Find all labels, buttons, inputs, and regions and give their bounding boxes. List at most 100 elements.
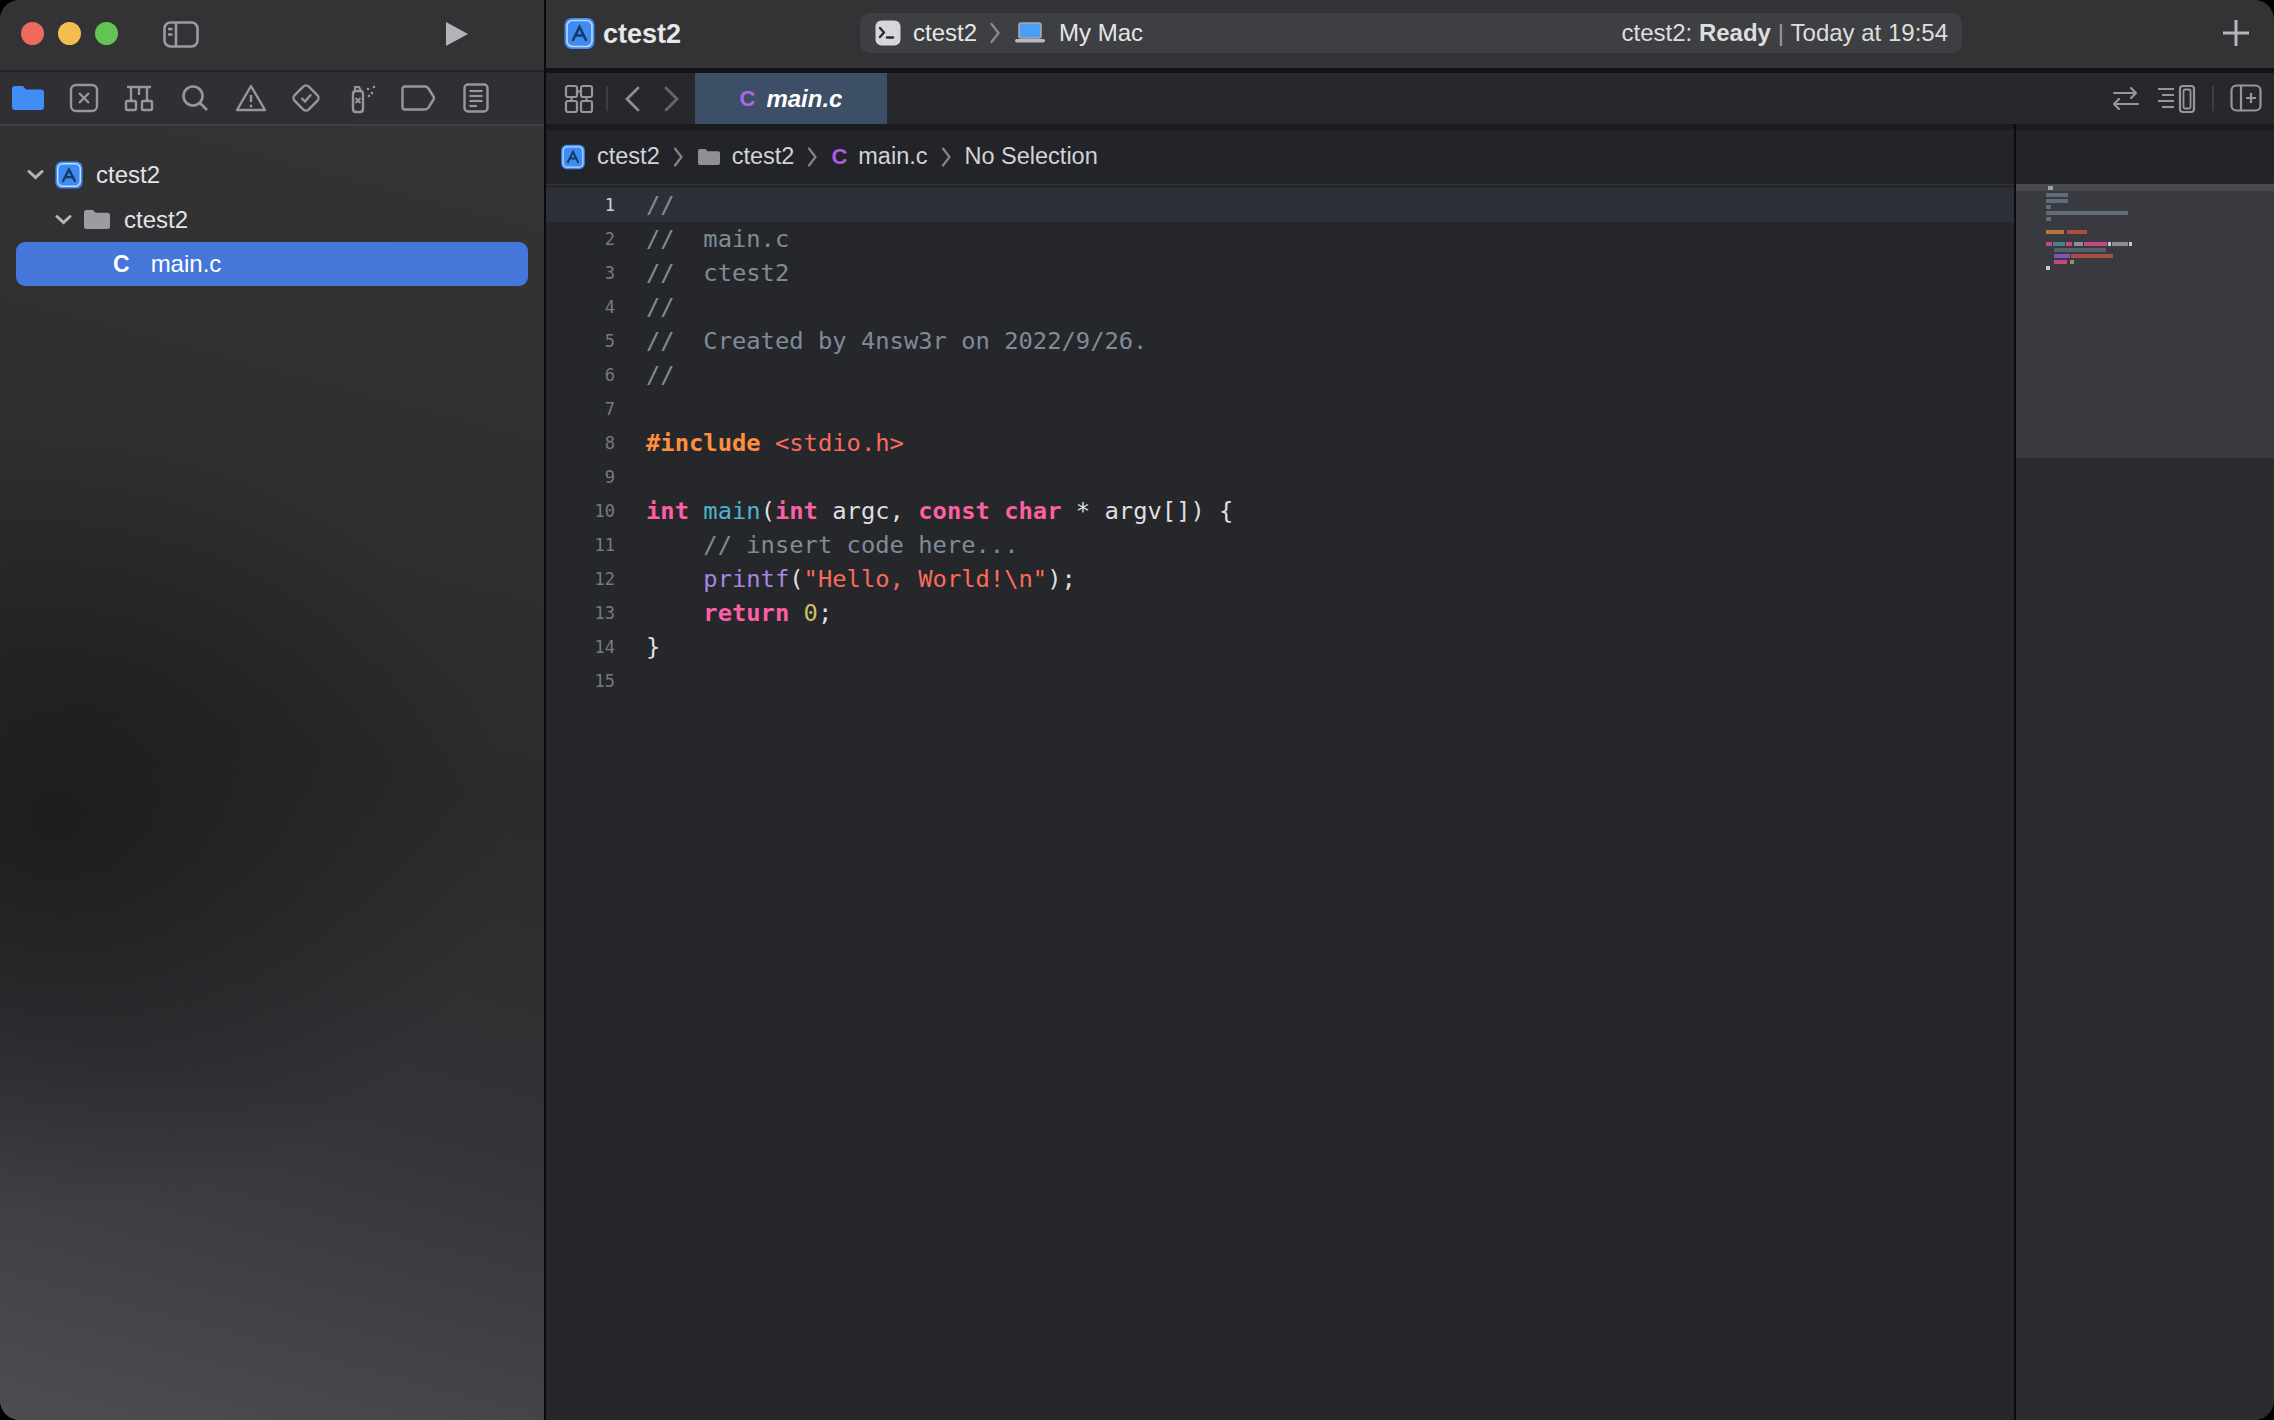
minimap-mark bbox=[2046, 205, 2051, 209]
code-line-3: 3 // ctest2 bbox=[546, 256, 2016, 290]
editor-options-icon[interactable] bbox=[2156, 84, 2198, 114]
jumpbar-chevron-icon bbox=[807, 147, 818, 167]
scheme-terminal-icon bbox=[875, 20, 901, 46]
minimap-mark bbox=[2070, 260, 2074, 264]
code-line-10: 10int main(int argc, const char * argv[]… bbox=[546, 494, 2016, 528]
xcode-project-icon bbox=[55, 161, 83, 189]
jumpbar-crumb-group[interactable]: ctest2 bbox=[732, 143, 795, 170]
destination-name[interactable]: My Mac bbox=[1059, 19, 1143, 47]
minimap[interactable] bbox=[2016, 184, 2274, 1420]
source-control-icon[interactable] bbox=[69, 83, 99, 113]
find-navigator-icon[interactable] bbox=[180, 83, 210, 113]
tabbar-separator-left bbox=[606, 86, 608, 111]
minimap-mark bbox=[2071, 254, 2113, 258]
scheme-name[interactable]: ctest2 bbox=[913, 19, 977, 47]
related-items-icon[interactable] bbox=[564, 84, 594, 114]
activity-view[interactable]: ctest2 My Mac ctest2: Ready | Today at 1… bbox=[860, 13, 1962, 53]
code-line-4: 4 // bbox=[546, 290, 2016, 324]
minimap-mark bbox=[2067, 230, 2087, 234]
project-app-icon bbox=[564, 17, 595, 50]
tree-item-label: main.c bbox=[151, 250, 222, 278]
jumpbar-chevron-icon bbox=[941, 147, 952, 167]
jumpbar-app-icon bbox=[560, 144, 586, 170]
symbol-hierarchy-icon[interactable] bbox=[123, 83, 155, 113]
forward-chevron-icon[interactable] bbox=[662, 85, 682, 113]
jumpbar-c-file-icon: C bbox=[831, 144, 847, 170]
library-plus-button[interactable] bbox=[2221, 18, 2251, 48]
line-number: 7 bbox=[546, 399, 615, 419]
code-line-7: 7 bbox=[546, 392, 2016, 426]
minimap-visible-region bbox=[2016, 184, 2274, 458]
sidebar-header bbox=[0, 0, 544, 68]
minimap-mark bbox=[2054, 254, 2070, 258]
minimap-mark bbox=[2074, 242, 2083, 246]
line-number: 11 bbox=[546, 535, 615, 555]
test-navigator-icon[interactable] bbox=[290, 82, 322, 114]
close-window-button[interactable] bbox=[21, 22, 44, 45]
line-number: 4 bbox=[546, 297, 615, 317]
minimize-window-button[interactable] bbox=[58, 22, 81, 45]
jumpbar-folder-icon bbox=[697, 148, 721, 166]
tree-item-ctest2[interactable]: ctest2 bbox=[27, 152, 160, 197]
code-line-1: 1 // bbox=[546, 188, 2016, 222]
editor-pane: ctest2 ctest2 My Mac ctest2: R bbox=[546, 0, 2274, 1420]
issue-navigator-icon[interactable] bbox=[234, 83, 268, 113]
c-file-icon: C bbox=[113, 251, 130, 278]
code-text: return 0; bbox=[646, 599, 832, 627]
code-editor[interactable]: 1//2// main.c3// ctest24//5// Created by… bbox=[546, 184, 2016, 1420]
code-text: // bbox=[646, 293, 675, 321]
line-number: 1 bbox=[546, 195, 615, 215]
code-line-14: 14} bbox=[546, 630, 2016, 664]
tab-main-c[interactable]: C main.c bbox=[695, 73, 887, 124]
disclosure-chevron-icon[interactable] bbox=[27, 169, 44, 180]
jumpbar-chevron-icon bbox=[673, 147, 684, 167]
jumpbar-crumb-selection[interactable]: No Selection bbox=[965, 143, 1098, 170]
code-text: // ctest2 bbox=[646, 259, 789, 287]
scheme-chevron-icon bbox=[989, 22, 1001, 44]
zoom-window-button[interactable] bbox=[95, 22, 118, 45]
status-separator: | bbox=[1778, 19, 1784, 47]
navigator-sidebar: ctest2ctest2Cmain.c bbox=[0, 0, 544, 1420]
line-number: 9 bbox=[546, 467, 615, 487]
toggle-sidebar-icon[interactable] bbox=[163, 21, 199, 48]
back-chevron-icon[interactable] bbox=[622, 85, 642, 113]
disclosure-chevron-icon[interactable] bbox=[55, 214, 72, 225]
line-number: 6 bbox=[546, 365, 615, 385]
minimap-mark bbox=[2046, 242, 2052, 246]
minimap-current-line-band bbox=[2016, 184, 2274, 191]
tree-item-ctest2[interactable]: ctest2 bbox=[55, 197, 188, 242]
code-text: int main(int argc, const char * argv[]) … bbox=[646, 497, 1233, 525]
minimap-mark bbox=[2084, 242, 2107, 246]
jumpbar-crumb-file[interactable]: main.c bbox=[858, 143, 927, 170]
tree-item-main.c[interactable]: Cmain.c bbox=[16, 242, 528, 286]
minimap-mark bbox=[2048, 186, 2053, 190]
code-text: // bbox=[646, 191, 675, 219]
minimap-mark bbox=[2046, 230, 2064, 234]
line-number: 8 bbox=[546, 433, 615, 453]
line-number: 2 bbox=[546, 229, 615, 249]
status-state: Ready bbox=[1699, 19, 1771, 47]
tab-bar: C main.c bbox=[546, 73, 2274, 124]
tree-item-label: ctest2 bbox=[96, 161, 160, 189]
code-line-15: 15 bbox=[546, 664, 2016, 698]
minimap-mark bbox=[2053, 242, 2065, 246]
code-text: } bbox=[646, 633, 660, 661]
line-number: 13 bbox=[546, 603, 615, 623]
run-button[interactable] bbox=[442, 20, 470, 48]
line-number: 5 bbox=[546, 331, 615, 351]
minimap-mark bbox=[2046, 266, 2050, 270]
jumpbar-crumb-project[interactable]: ctest2 bbox=[597, 143, 660, 170]
activity-status: ctest2: Ready | Today at 19:54 bbox=[1622, 13, 1948, 53]
add-editor-icon[interactable] bbox=[2230, 84, 2262, 112]
debug-navigator-icon[interactable] bbox=[345, 82, 379, 114]
project-navigator-folder-icon[interactable] bbox=[11, 85, 45, 111]
status-project: ctest2: bbox=[1622, 19, 1693, 47]
minimap-mark bbox=[2066, 242, 2072, 246]
code-line-5: 5// Created by 4nsw3r on 2022/9/26. bbox=[546, 324, 2016, 358]
report-navigator-icon[interactable] bbox=[463, 83, 489, 113]
breakpoint-navigator-icon[interactable] bbox=[401, 85, 435, 111]
line-number: 3 bbox=[546, 263, 615, 283]
swap-editors-icon[interactable] bbox=[2110, 87, 2140, 111]
line-number: 12 bbox=[546, 569, 615, 589]
minimap-mark bbox=[2054, 248, 2106, 252]
